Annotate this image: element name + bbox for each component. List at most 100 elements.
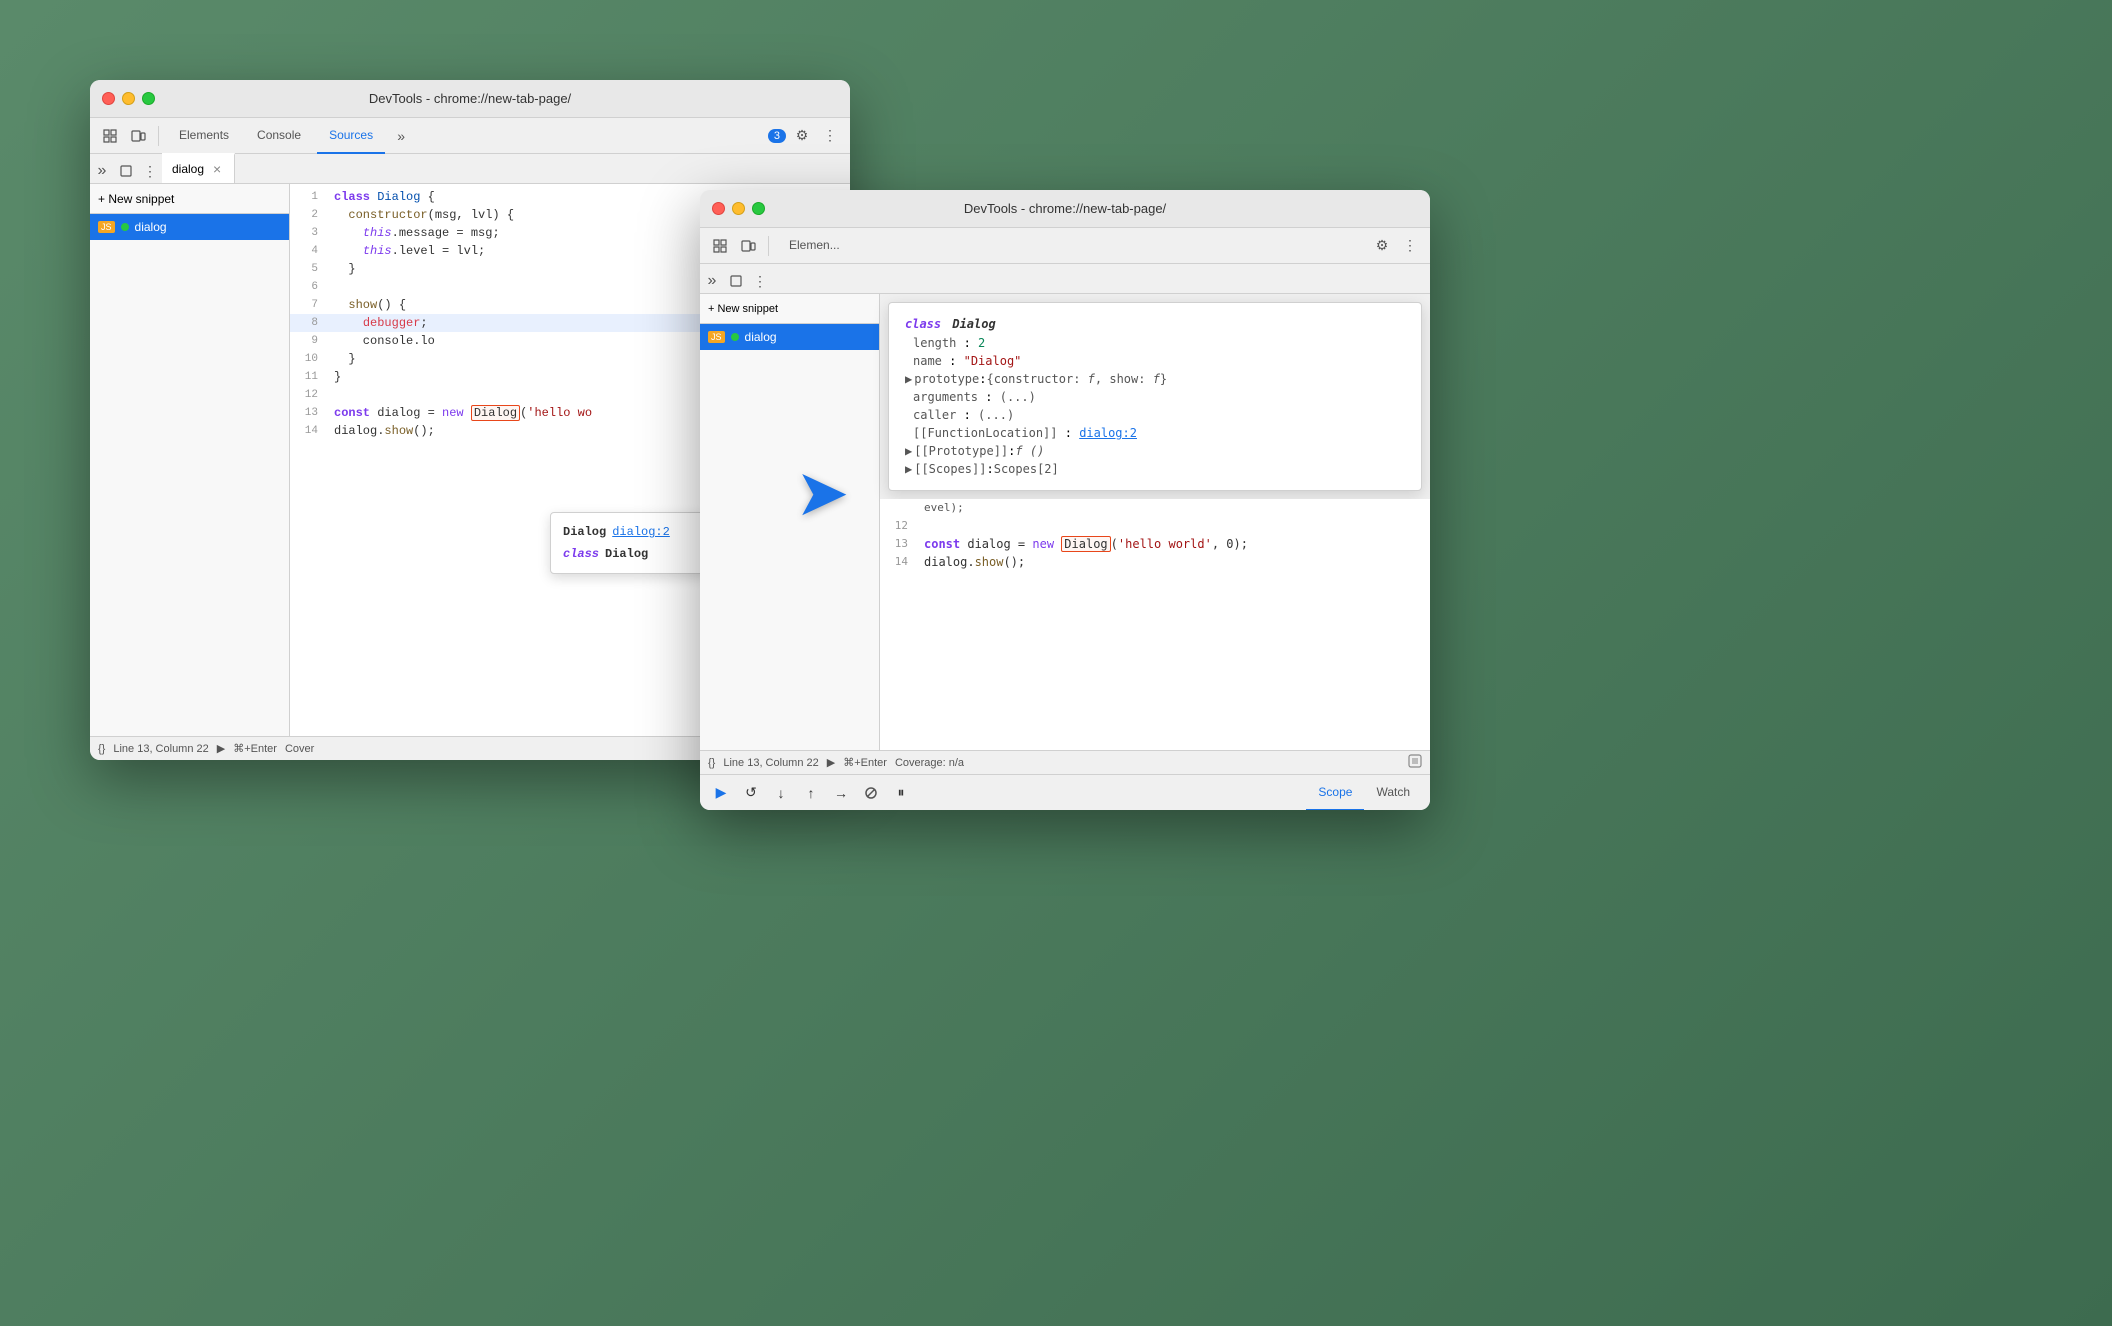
expand-sidebar-btn-2[interactable]: » [700,269,724,293]
inspector-name: name : "Dialog" [905,352,1405,370]
settings-icon[interactable]: ⚙ [790,124,814,148]
sidebar-toolbar-2: + New snippet [700,294,879,324]
minimize-button-2[interactable] [732,202,745,215]
file-tab-bar-1: » ⋮ dialog × [90,154,850,184]
inspector-class-line: class Dialog [905,315,1405,334]
run-shortcut-1: ⌘+Enter [233,742,277,755]
more-icon-2[interactable]: ⋮ [748,269,772,293]
code-line-w2-14: 14 dialog.show(); [880,553,1430,571]
traffic-lights-2 [712,202,765,215]
function-location-link[interactable]: dialog:2 [1079,426,1137,440]
run-icon: ▶ [217,742,225,755]
sidebar-toolbar-1: + New snippet [90,184,289,214]
titlebar-1: DevTools - chrome://new-tab-page/ [90,80,850,118]
file-tab-close[interactable]: × [210,162,224,176]
format-icon[interactable]: {} [98,743,105,755]
code-line-w2-12: 12 [880,517,1430,535]
triangle-scopes[interactable]: ▶ [905,460,912,478]
watch-tab-2[interactable]: Watch [1364,775,1422,811]
settings-icon-2[interactable]: ⚙ [1370,234,1394,258]
format-icon-2[interactable]: {} [708,757,715,769]
resume-btn-2[interactable]: ▶ [708,780,734,806]
maximize-button-1[interactable] [142,92,155,105]
step-btn-2[interactable]: → [828,780,854,806]
inspector-icon-2[interactable] [708,234,732,258]
device-icon-2[interactable] [736,234,760,258]
sidebar-file-dialog[interactable]: JS dialog [90,214,289,240]
debug-tabs-2: Scope Watch [1306,775,1422,811]
maximize-button-2[interactable] [752,202,765,215]
inspector-popup: class Dialog length : 2 name : [888,302,1422,491]
triangle-prototype[interactable]: ▶ [905,370,912,388]
inspector-function-location: [[FunctionLocation]] : dialog:2 [905,424,1405,442]
sidebar-1: + New snippet JS dialog [90,184,290,736]
close-button-1[interactable] [102,92,115,105]
more-options-icon-2[interactable]: ⋮ [1398,234,1422,258]
file-tab-bar-2: » ⋮ [700,264,1430,294]
position-info-2: Line 13, Column 22 [723,757,818,769]
status-bar-2: {} Line 13, Column 22 ▶ ⌘+Enter Coverage… [700,750,1430,774]
coverage-label-1: Cover [285,743,314,755]
new-snippet-btn-2[interactable]: + New snippet [708,296,778,322]
inspector-length: length : 2 [905,334,1405,352]
popup-link-1[interactable]: dialog:2 [612,523,670,541]
devtools-toolbar-1: Elements Console Sources » 3 ⚙ ⋮ [90,118,850,154]
titlebar-2: DevTools - chrome://new-tab-page/ [700,190,1430,228]
toolbar-right-2: ⚙ ⋮ [1370,234,1422,258]
files-icon[interactable] [114,159,138,183]
more-icon[interactable]: ⋮ [138,159,162,183]
file-icon-2: JS [708,331,725,343]
toolbar-right-1: 3 ⚙ ⋮ [764,124,842,148]
devtools-toolbar-2: Elemen... ⚙ ⋮ [700,228,1430,264]
scroll-icon[interactable] [1408,754,1422,771]
popup-item-2: class Dialog [563,543,697,565]
file-icon: JS [98,221,115,233]
sep-1 [158,126,159,146]
inspector-proto[interactable]: ▶ [[Prototype]] : f () [905,442,1405,460]
deactivate-btn-2[interactable] [858,780,884,806]
coverage-label-2: Coverage: n/a [895,757,964,769]
window-title-1: DevTools - chrome://new-tab-page/ [369,91,571,106]
sidebar-2: + New snippet JS dialog [700,294,880,750]
breakpoint-dot-2 [731,333,739,341]
sep-2 [768,236,769,256]
position-info-1: Line 13, Column 22 [113,743,208,755]
step-out-btn-2[interactable]: ↑ [798,780,824,806]
step-over-btn-2[interactable]: ↺ [738,780,764,806]
close-button-2[interactable] [712,202,725,215]
file-tab-dialog[interactable]: dialog × [162,153,235,183]
run-icon-2: ▶ [827,756,835,769]
code-inspector-area: class Dialog length : 2 name : [880,294,1430,750]
inspector-scopes[interactable]: ▶ [[Scopes]] : Scopes[2] [905,460,1405,478]
minimize-button-1[interactable] [122,92,135,105]
traffic-lights-1 [102,92,155,105]
tab-elements-2[interactable]: Elemen... [777,228,852,264]
console-badge: 3 [768,129,786,143]
sidebar-file-dialog-2[interactable]: JS dialog [700,324,879,350]
step-into-btn-2[interactable]: ↓ [768,780,794,806]
window-title-2: DevTools - chrome://new-tab-page/ [964,201,1166,216]
pause-btn-2[interactable]: ⏸ [888,780,914,806]
popup-item-1: Dialog dialog:2 [563,521,697,543]
new-snippet-btn[interactable]: + New snippet [98,186,174,212]
triangle-proto[interactable]: ▶ [905,442,912,460]
inspector-arguments: arguments : (...) [905,388,1405,406]
inspector-caller: caller : (...) [905,406,1405,424]
code-line-w2-suffix: evel); [880,499,1430,517]
more-tabs-icon[interactable]: » [389,124,413,148]
tab-console[interactable]: Console [245,118,313,154]
breakpoint-dot [121,223,129,231]
hover-popup-1: Dialog dialog:2 class Dialog [550,512,710,574]
files-icon-2[interactable] [724,269,748,293]
tab-elements[interactable]: Elements [167,118,241,154]
device-icon[interactable] [126,124,150,148]
tab-sources[interactable]: Sources [317,118,385,154]
code-line-w2-13: 13 const dialog = new Dialog('hello worl… [880,535,1430,553]
scope-tab-2[interactable]: Scope [1306,775,1364,811]
inspector-icon[interactable] [98,124,122,148]
w2-body: » ⋮ + New snippet JS dialog [700,264,1430,810]
more-options-icon[interactable]: ⋮ [818,124,842,148]
expand-sidebar-btn[interactable]: » [90,159,114,183]
inspector-prototype[interactable]: ▶ prototype : {constructor: f, show: f} [905,370,1405,388]
code-editor-2[interactable]: evel); 12 13 const dialog = new Dialog('… [880,499,1430,750]
